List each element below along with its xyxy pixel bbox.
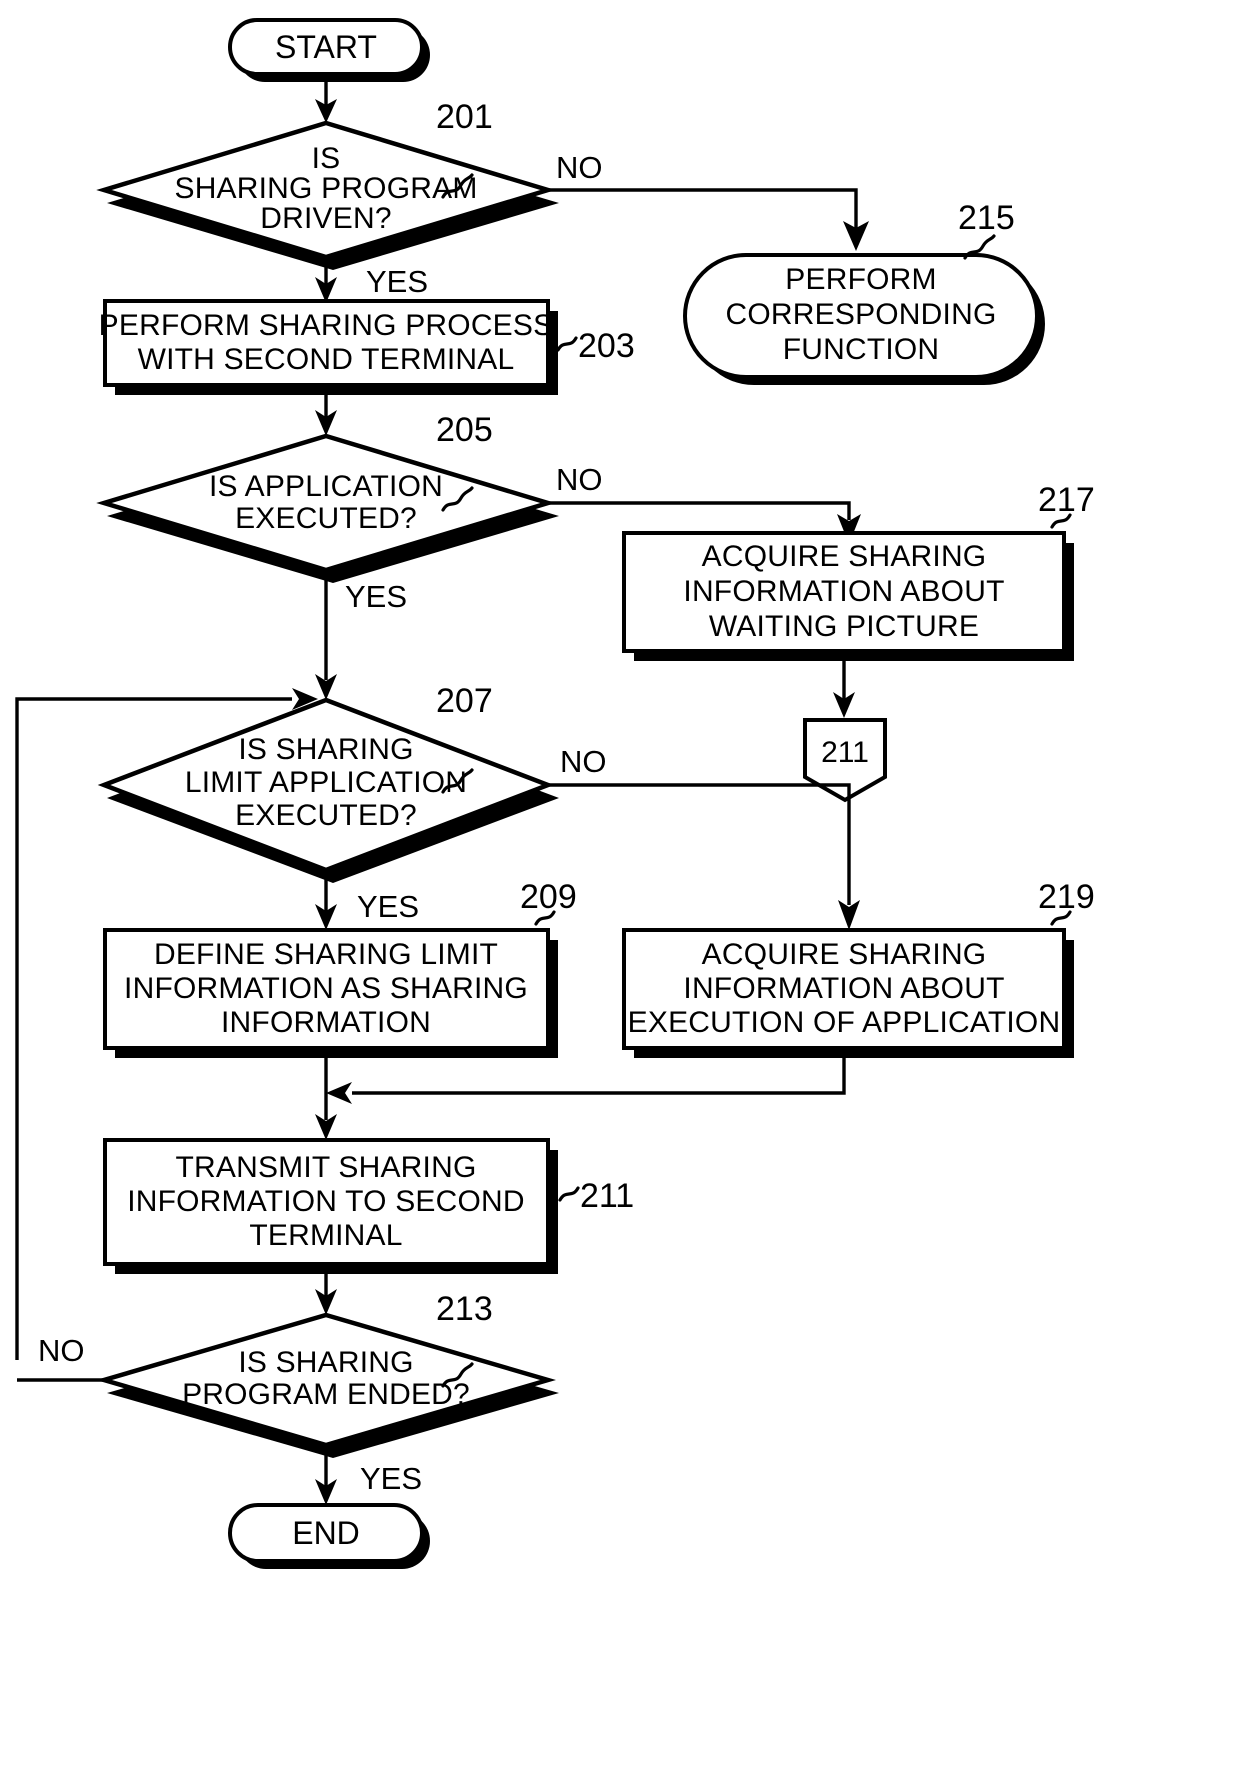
start-label: START <box>275 29 377 65</box>
ref-215-leader: 215 <box>958 199 1015 260</box>
node-207-decision: IS SHARING LIMIT APPLICATION EXECUTED? <box>97 697 559 883</box>
process-217-line-2: INFORMATION ABOUT <box>683 575 1004 608</box>
ref-201-label: 201 <box>436 98 493 136</box>
ref-215-label: 215 <box>958 199 1015 237</box>
decision-213-line-2: PROGRAM ENDED? <box>182 1378 470 1411</box>
decision-207-line-2: LIMIT APPLICATION <box>185 766 467 799</box>
branch-label-205-yes: YES <box>345 579 407 614</box>
edge-213-no-exit: NO <box>17 1333 104 1382</box>
edge-209-to-211 <box>315 1058 337 1140</box>
terminator-215-line-1: PERFORM <box>785 263 936 296</box>
decision-205-line-2: EXECUTED? <box>235 502 417 535</box>
node-211-process: TRANSMIT SHARING INFORMATION TO SECOND T… <box>103 1138 558 1274</box>
ref-219-leader: 219 <box>1038 878 1095 926</box>
arrowhead-icon <box>326 1082 352 1104</box>
ref-217-label: 217 <box>1038 481 1095 519</box>
process-219-line-2: INFORMATION ABOUT <box>683 972 1004 1005</box>
decision-201-line-1: IS <box>312 142 341 175</box>
decision-205-line-1: IS APPLICATION <box>209 470 443 503</box>
decision-201-line-3: DRIVEN? <box>260 202 391 235</box>
node-203-process: PERFORM SHARING PROCESS WITH SECOND TERM… <box>99 299 558 395</box>
process-203-line-2: WITH SECOND TERMINAL <box>138 343 515 376</box>
ref-205-label: 205 <box>436 411 493 449</box>
ref-207-label: 207 <box>436 682 493 720</box>
flowchart-canvas: START IS SHARING PROGRAM DRIVEN? 201 NO <box>15 18 1095 1569</box>
node-219-process: ACQUIRE SHARING INFORMATION ABOUT EXECUT… <box>622 928 1074 1058</box>
decision-207-line-3: EXECUTED? <box>235 799 417 832</box>
branch-label-213-yes: YES <box>360 1461 422 1496</box>
edge-203-to-205 <box>315 395 337 436</box>
ref-209-leader: 209 <box>520 878 577 926</box>
process-211-line-2: INFORMATION TO SECOND <box>127 1185 525 1218</box>
decision-213-line-1: IS SHARING <box>238 1346 413 1379</box>
node-end: END <box>228 1503 430 1569</box>
end-label: END <box>292 1515 360 1551</box>
branch-label-201-yes: YES <box>366 264 428 299</box>
node-offpage-connector-211: 211 <box>803 718 887 803</box>
node-217-process: ACQUIRE SHARING INFORMATION ABOUT WAITIN… <box>622 531 1074 661</box>
process-217-line-3: WAITING PICTURE <box>709 610 979 643</box>
ref-203-leader: 203 <box>556 327 635 365</box>
terminator-215-line-3: FUNCTION <box>783 333 940 366</box>
branch-label-207-no: NO <box>560 744 607 779</box>
node-209-process: DEFINE SHARING LIMIT INFORMATION AS SHAR… <box>103 928 558 1058</box>
terminator-215-line-2: CORRESPONDING <box>726 298 997 331</box>
node-start: START <box>228 18 430 82</box>
process-209-line-1: DEFINE SHARING LIMIT <box>154 938 498 971</box>
process-217-line-1: ACQUIRE SHARING <box>702 540 987 573</box>
ref-213-label: 213 <box>436 1290 493 1328</box>
branch-label-207-yes: YES <box>357 889 419 924</box>
process-203-line-1: PERFORM SHARING PROCESS <box>99 309 554 342</box>
node-213-decision: IS SHARING PROGRAM ENDED? <box>95 1312 559 1458</box>
offpage-connector-label: 211 <box>821 736 869 769</box>
edge-205-yes-to-207: YES <box>315 570 407 700</box>
decision-207-line-1: IS SHARING <box>238 733 413 766</box>
branch-label-205-no: NO <box>556 462 603 497</box>
node-205-decision: IS APPLICATION EXECUTED? <box>96 433 559 583</box>
branch-label-201-no: NO <box>556 150 603 185</box>
process-211-line-1: TRANSMIT SHARING <box>175 1151 476 1184</box>
ref-203-label: 203 <box>578 327 635 365</box>
ref-209-label: 209 <box>520 878 577 916</box>
edge-217-to-connector211 <box>833 661 855 718</box>
process-219-line-1: ACQUIRE SHARING <box>702 938 987 971</box>
ref-211-leader: 211 <box>558 1177 634 1215</box>
flowchart-diagram: START IS SHARING PROGRAM DRIVEN? 201 NO <box>0 0 1240 1770</box>
process-209-line-2: INFORMATION AS SHARING <box>124 972 528 1005</box>
edge-219-to-211-join <box>326 1058 846 1104</box>
node-201-decision: IS SHARING PROGRAM DRIVEN? <box>96 120 559 270</box>
ref-211-label: 211 <box>580 1177 634 1215</box>
edge-211-to-213 <box>315 1274 337 1315</box>
ref-219-label: 219 <box>1038 878 1095 916</box>
process-209-line-3: INFORMATION <box>221 1006 431 1039</box>
ref-217-leader: 217 <box>1038 481 1095 529</box>
node-215-terminator: PERFORM CORRESPONDING FUNCTION <box>683 253 1045 385</box>
edge-201-no-to-215: NO <box>548 150 869 251</box>
branch-label-213-no: NO <box>38 1333 85 1368</box>
process-219-line-3: EXECUTION OF APPLICATION <box>628 1006 1061 1039</box>
decision-201-line-2: SHARING PROGRAM <box>174 172 477 205</box>
process-211-line-3: TERMINAL <box>249 1219 402 1252</box>
